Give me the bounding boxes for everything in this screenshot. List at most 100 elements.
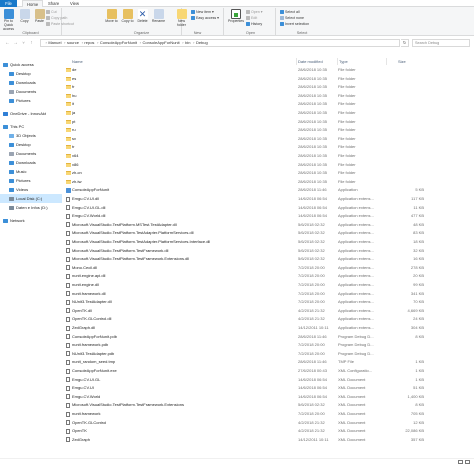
file-row[interactable]: Microsoft.VisualStudio.TestPlatform.Test… (62, 229, 426, 237)
column-separator[interactable] (386, 58, 387, 65)
crumb-source[interactable]: source (67, 40, 79, 45)
file-row[interactable]: OpenTK.GLControl 4/2/2018 21:32 XML Docume… (62, 419, 426, 427)
file-row[interactable]: tr 28/6/2018 10:35 File folder (62, 143, 426, 151)
file-row[interactable]: Microsoft.VisualStudio.TestPlatform.Test… (62, 247, 426, 255)
file-row[interactable]: ru 28/6/2018 10:35 File folder (62, 126, 426, 134)
file-row[interactable]: zh-tw 28/6/2018 10:35 File folder (62, 178, 426, 186)
file-row[interactable]: Emgu.CV.UI 14/6/2018 06:54 XML Document 51 … (62, 384, 426, 392)
file-row[interactable]: it 28/6/2018 10:35 File folder (62, 100, 426, 108)
open-button[interactable]: Open ▾ (246, 10, 263, 15)
nav-pc-desktop[interactable]: Desktop (0, 140, 62, 149)
nav-this-pc[interactable]: This PC (0, 122, 62, 131)
file-row[interactable]: x86 28/6/2018 10:35 File folder (62, 161, 426, 169)
crumb-manuel[interactable]: Manuel (48, 40, 61, 45)
file-row[interactable]: nunit.framework.dll 7/2/2018 20:00 Applica… (62, 290, 426, 298)
properties-button[interactable]: Properties (228, 9, 244, 29)
cut-button[interactable]: Cut (46, 10, 57, 15)
forward-button[interactable]: → (12, 39, 19, 47)
file-row[interactable]: Emgu.CV.UI.dll 14/6/2018 06:54 Application… (62, 195, 426, 203)
file-row[interactable]: NUnit3.TestAdapter.pdb 7/2/2018 20:00 Prog… (62, 350, 426, 358)
tab-share[interactable]: Share (44, 0, 63, 7)
file-row[interactable]: es 28/6/2018 10:35 File folder (62, 75, 426, 83)
delete-button[interactable]: ✕ Delete (135, 9, 150, 29)
copy-to-button[interactable]: Copy to (120, 9, 135, 29)
nav-pc-videos[interactable]: Videos (0, 185, 62, 194)
paste-button[interactable]: Paste (32, 9, 47, 29)
select-all-button[interactable]: Select all (280, 10, 300, 15)
nav-local-disk-c[interactable]: Local Disk (C:) (0, 194, 62, 203)
easy-access-button[interactable]: Easy access ▾ (191, 16, 219, 21)
large-icons-view-icon[interactable] (465, 460, 470, 464)
file-row[interactable]: OpenTK.GLControl.dll 4/2/2018 21:32 Applic… (62, 315, 426, 323)
file-row[interactable]: x64 28/6/2018 10:35 File folder (62, 152, 426, 160)
file-row[interactable]: Emgu.CV.World.dll 14/6/2018 06:54 Applicat… (62, 212, 426, 220)
file-row[interactable]: ja 28/6/2018 10:35 File folder (62, 109, 426, 117)
nav-quick-downloads[interactable]: Downloads (0, 78, 62, 87)
nav-pc-music[interactable]: Music (0, 167, 62, 176)
file-row[interactable]: nunit.engine.dll 7/2/2018 20:00 Applicatio… (62, 281, 426, 289)
file-row[interactable]: Microsoft.VisualStudio.TestPlatform.MSTe… (62, 221, 426, 229)
file-row[interactable]: sv 28/6/2018 10:35 File folder (62, 135, 426, 143)
edit-button[interactable]: Edit (246, 16, 257, 21)
move-to-button[interactable]: Move to (104, 9, 119, 29)
copy-button[interactable]: Copy (17, 9, 32, 29)
rename-button[interactable]: Rename (151, 9, 166, 29)
file-row[interactable]: ConsoleAppForNunit.pdb 28/6/2018 11:46 Pro… (62, 333, 426, 341)
file-row[interactable]: Microsoft.VisualStudio.TestPlatform.Test… (62, 238, 426, 246)
tab-file[interactable]: File (0, 0, 17, 7)
new-folder-button[interactable]: New folder (174, 9, 189, 29)
nav-3d-objects[interactable]: 3D Objects (0, 131, 62, 140)
crumb-solution[interactable]: ConsoleAppForNunit (100, 40, 137, 45)
column-separator[interactable] (296, 58, 297, 65)
crumb-debug[interactable]: Debug (196, 40, 208, 45)
nav-onedrive[interactable]: OneDrive - InnovAkt (0, 109, 62, 118)
nav-network[interactable]: Network (0, 216, 62, 225)
invert-selection-button[interactable]: Invert selection (280, 22, 309, 27)
nav-quick-documents[interactable]: Documents (0, 87, 62, 96)
column-separator[interactable] (337, 58, 338, 65)
nav-pc-documents[interactable]: Documents (0, 149, 62, 158)
crumb-bin[interactable]: bin (185, 40, 190, 45)
column-header-name[interactable]: Name (72, 58, 83, 65)
refresh-button[interactable]: ↻ (401, 39, 409, 47)
nav-pc-pictures[interactable]: Pictures (0, 176, 62, 185)
column-header-size[interactable]: Size (398, 58, 406, 65)
nav-quick-access[interactable]: Quick access (0, 60, 62, 69)
column-header-date[interactable]: Date modified (298, 58, 323, 65)
file-row[interactable]: Microsoft.VisualStudio.TestPlatform.Test… (62, 401, 426, 409)
file-row[interactable]: OpenTK 4/2/2018 21:32 XML Document 22,086 K… (62, 427, 426, 435)
file-row[interactable]: Microsoft.VisualStudio.TestPlatform.Test… (62, 255, 426, 263)
file-row[interactable]: fr 28/6/2018 10:35 File folder (62, 83, 426, 91)
paste-shortcut-button[interactable]: Paste shortcut (46, 22, 74, 27)
file-row[interactable]: pt 28/6/2018 10:35 File folder (62, 118, 426, 126)
nav-quick-pictures[interactable]: Pictures (0, 96, 62, 105)
crumb-repos[interactable]: repos (84, 40, 94, 45)
address-box[interactable]: › Manuel › source › repos › ConsoleAppForNun… (40, 39, 400, 47)
file-row[interactable]: ConsoleAppForNunit.exe 27/6/2018 00:43 XML… (62, 367, 426, 375)
search-input[interactable]: Search Debug (412, 39, 470, 47)
history-button[interactable]: History (246, 22, 262, 27)
recent-locations-button[interactable]: ˅ (20, 39, 27, 47)
select-none-button[interactable]: Select none (280, 16, 304, 21)
file-row[interactable]: Emgu.CV.UI.GL 14/6/2018 06:54 XML Document… (62, 376, 426, 384)
file-row[interactable]: nunit_random_seed.tmp 28/6/2018 11:46 TMP … (62, 358, 426, 366)
file-row[interactable]: hu 28/6/2018 10:35 File folder (62, 92, 426, 100)
copy-path-button[interactable]: Copy path (46, 16, 67, 21)
file-row[interactable]: OpenTK.dll 4/2/2018 21:32 Application exte… (62, 307, 426, 315)
nav-drive-d[interactable]: Daten e Infos (D:) (0, 203, 62, 212)
tab-view[interactable]: View (66, 0, 83, 7)
nav-pc-downloads[interactable]: Downloads (0, 158, 62, 167)
crumb-project[interactable]: ConsoleAppForNunit (143, 40, 180, 45)
file-row[interactable]: Emgu.CV.World 14/6/2018 06:54 XML Document… (62, 393, 426, 401)
new-item-button[interactable]: New item ▾ (191, 10, 214, 15)
file-row[interactable]: Mono.Cecil.dll 7/2/2018 20:00 Application … (62, 264, 426, 272)
file-row[interactable]: NUnit3.TestAdapter.dll 7/2/2018 20:00 Appl… (62, 298, 426, 306)
file-row[interactable]: Emgu.CV.UI.GL.dll 14/6/2018 06:54 Applicat… (62, 204, 426, 212)
pin-quick-access-button[interactable]: Pin to Quick access (1, 9, 16, 31)
file-row[interactable]: nunit.engine.api.dll 7/2/2018 20:00 Applic… (62, 272, 426, 280)
up-button[interactable]: ↑ (28, 39, 35, 47)
file-row[interactable]: zh-cn 28/6/2018 10:35 File folder (62, 169, 426, 177)
file-row[interactable]: de 28/6/2018 10:35 File folder (62, 66, 426, 74)
file-row[interactable]: nunit.framework.pdb 7/2/2018 20:00 Program… (62, 341, 426, 349)
file-row[interactable]: ZedGraph 14/12/2011 10:11 XML Document 357 … (62, 436, 426, 444)
